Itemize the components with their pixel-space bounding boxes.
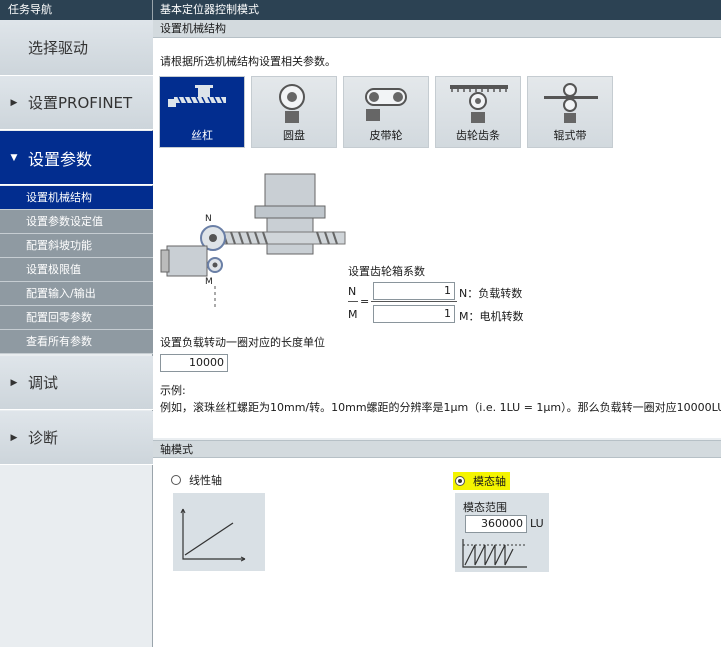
nav-profinet[interactable]: ▶ 设置PROFINET [0, 76, 153, 130]
length-input[interactable]: 10000 [160, 354, 228, 372]
svg-text:M: M [205, 277, 213, 287]
mech-leadscrew-label: 丝杠 [191, 129, 213, 142]
mech-belt-label: 皮带轮 [369, 129, 403, 142]
mech-rotary-label: 圆盘 [283, 129, 305, 142]
mech-roller-button[interactable]: 辊式带 [527, 76, 613, 148]
gear-n-label: N [348, 285, 357, 298]
linear-axis-radio[interactable]: 线性轴 [171, 472, 222, 488]
chevron-right-icon: ▶ [10, 97, 18, 108]
leadscrew-diagram: N M [160, 173, 346, 308]
section-title: 设置机械结构 [153, 20, 721, 38]
nav-diagnostics[interactable]: ▶ 诊断 [0, 411, 153, 465]
svg-text:N: N [205, 214, 212, 224]
mech-roller-label: 辊式带 [553, 129, 587, 142]
subitem-setpoint[interactable]: 设置参数设定值 [0, 210, 153, 234]
modulo-axis-panel: 模态范围 360000 LU [455, 493, 549, 572]
gear-n-desc: N：负载转数 [459, 287, 523, 300]
mech-rack-label: 齿轮齿条 [456, 129, 500, 142]
modulo-graph-icon [462, 539, 527, 568]
nav-profinet-label: 设置PROFINET [28, 94, 133, 112]
mech-leadscrew-button[interactable]: 丝杠 [159, 76, 245, 148]
example-text: 例如，滚珠丝杠螺距为10mm/转。10mm螺距的分辨率是1μm（i.e. 1LU… [160, 401, 721, 414]
mech-belt-button[interactable]: 皮带轮 [343, 76, 429, 148]
gear-n-input[interactable]: 1 [373, 282, 455, 300]
gear-m-label: M [348, 308, 358, 321]
chevron-down-icon: ▼ [10, 152, 18, 163]
linear-graph-icon [180, 508, 246, 562]
nav-diagnostics-label: 诊断 [28, 429, 59, 447]
main-panel: 基本定位器控制模式 设置机械结构 请根据所选机械结构设置相关参数。 丝杠 圆盘 [153, 0, 721, 647]
axis-mode-section: 轴模式 线性轴 模态轴 模态范围 360000 LU [153, 440, 721, 647]
chevron-right-icon: ▶ [10, 377, 18, 388]
instruction-text: 请根据所选机械结构设置相关参数。 [160, 55, 336, 68]
modulo-range-label: 模态范围 [463, 501, 507, 514]
modulo-axis-label: 模态轴 [473, 475, 506, 488]
nav-set-parameters-label: 设置参数 [28, 149, 93, 169]
modulo-range-input[interactable]: 360000 [465, 515, 527, 533]
belt-pulley-icon [365, 88, 407, 121]
linear-axis-graph [173, 493, 265, 571]
modulo-axis-radio[interactable]: 模态轴 [453, 472, 510, 490]
leadscrew-icon [168, 85, 226, 107]
subitem-limits[interactable]: 设置极限值 [0, 258, 153, 282]
subitem-homing[interactable]: 配置回零参数 [0, 306, 153, 330]
rack-pinion-icon [450, 85, 508, 123]
gear-m-desc: M：电机转数 [459, 310, 524, 323]
nav-select-drive[interactable]: 选择驱动 [0, 20, 153, 76]
modulo-radio-circle [455, 476, 465, 486]
rotary-table-icon [279, 84, 305, 123]
subitem-ramp[interactable]: 配置斜坡功能 [0, 234, 153, 258]
subitem-all-params[interactable]: 查看所有参数 [0, 330, 153, 354]
nav-commissioning[interactable]: ▶ 调试 [0, 356, 153, 410]
gear-fraction-line [348, 301, 358, 302]
gear-title: 设置齿轮箱系数 [348, 265, 425, 278]
nav-commissioning-label: 调试 [28, 374, 59, 392]
axis-mode-title: 轴模式 [153, 440, 721, 458]
modulo-unit: LU [530, 517, 544, 530]
mech-rotary-button[interactable]: 圆盘 [251, 76, 337, 148]
gear-equals: = [360, 295, 370, 308]
subitem-io[interactable]: 配置输入/输出 [0, 282, 153, 306]
subitem-mechanics[interactable]: 设置机械结构 [0, 186, 153, 210]
task-navigation: 任务导航 选择驱动 ▶ 设置PROFINET ▼ 设置参数 设置机械结构 设置参… [0, 0, 153, 647]
linear-axis-label: 线性轴 [189, 474, 222, 487]
nav-title: 任务导航 [0, 0, 152, 20]
gear-m-input[interactable]: 1 [373, 305, 455, 323]
nav-set-parameters[interactable]: ▼ 设置参数 [0, 131, 153, 185]
gear-value-line [371, 301, 457, 302]
roller-belt-icon [544, 83, 598, 123]
chevron-right-icon: ▶ [10, 432, 18, 443]
mech-rack-button[interactable]: 齿轮齿条 [435, 76, 521, 148]
mechanics-content: 请根据所选机械结构设置相关参数。 丝杠 圆盘 皮带轮 齿轮齿条 辊式带 N M … [153, 38, 721, 438]
length-label: 设置负载转动一圈对应的长度单位 [160, 336, 325, 349]
page-title: 基本定位器控制模式 [153, 0, 721, 20]
example-title: 示例: [160, 384, 186, 397]
linear-radio-circle [171, 475, 181, 485]
nav-select-drive-label: 选择驱动 [28, 39, 89, 57]
